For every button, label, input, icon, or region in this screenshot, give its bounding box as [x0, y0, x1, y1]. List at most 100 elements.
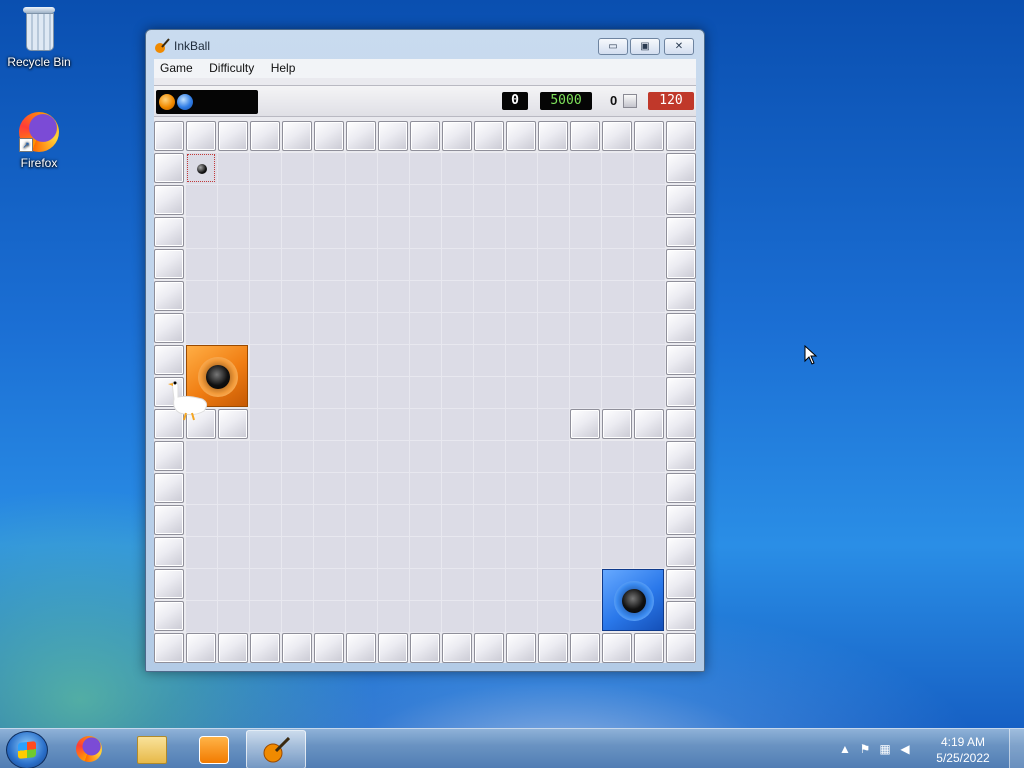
- floor-tile[interactable]: [634, 185, 666, 217]
- floor-tile[interactable]: [538, 185, 570, 217]
- floor-tile[interactable]: [282, 409, 314, 441]
- floor-tile[interactable]: [442, 537, 474, 569]
- floor-tile[interactable]: [250, 409, 282, 441]
- floor-tile[interactable]: [570, 441, 602, 473]
- floor-tile[interactable]: [442, 409, 474, 441]
- floor-tile[interactable]: [282, 537, 314, 569]
- floor-tile[interactable]: [346, 505, 378, 537]
- floor-tile[interactable]: [634, 153, 666, 185]
- floor-tile[interactable]: [282, 377, 314, 409]
- floor-tile[interactable]: [378, 345, 410, 377]
- close-button[interactable]: ✕: [664, 38, 694, 55]
- floor-tile[interactable]: [282, 601, 314, 633]
- floor-tile[interactable]: [250, 281, 282, 313]
- floor-tile[interactable]: [442, 313, 474, 345]
- floor-tile[interactable]: [602, 185, 634, 217]
- floor-tile[interactable]: [538, 537, 570, 569]
- floor-tile[interactable]: [410, 185, 442, 217]
- floor-tile[interactable]: [314, 537, 346, 569]
- floor-tile[interactable]: [602, 153, 634, 185]
- floor-tile[interactable]: [506, 409, 538, 441]
- floor-tile[interactable]: [378, 377, 410, 409]
- floor-tile[interactable]: [218, 569, 250, 601]
- floor-tile[interactable]: [378, 217, 410, 249]
- floor-tile[interactable]: [378, 409, 410, 441]
- floor-tile[interactable]: [474, 185, 506, 217]
- floor-tile[interactable]: [410, 537, 442, 569]
- floor-tile[interactable]: [410, 569, 442, 601]
- floor-tile[interactable]: [442, 377, 474, 409]
- floor-tile[interactable]: [474, 281, 506, 313]
- floor-tile[interactable]: [442, 473, 474, 505]
- floor-tile[interactable]: [282, 185, 314, 217]
- floor-tile[interactable]: [314, 249, 346, 281]
- floor-tile[interactable]: [570, 601, 602, 633]
- floor-tile[interactable]: [250, 441, 282, 473]
- start-button[interactable]: [6, 731, 48, 768]
- floor-tile[interactable]: [346, 473, 378, 505]
- floor-tile[interactable]: [602, 217, 634, 249]
- floor-tile[interactable]: [602, 537, 634, 569]
- floor-tile[interactable]: [538, 569, 570, 601]
- floor-tile[interactable]: [186, 537, 218, 569]
- floor-tile[interactable]: [186, 249, 218, 281]
- floor-tile[interactable]: [474, 473, 506, 505]
- show-hidden-icons-icon[interactable]: ▲: [838, 742, 852, 756]
- floor-tile[interactable]: [218, 441, 250, 473]
- floor-tile[interactable]: [474, 441, 506, 473]
- floor-tile[interactable]: [250, 377, 282, 409]
- floor-tile[interactable]: [314, 569, 346, 601]
- floor-tile[interactable]: [282, 281, 314, 313]
- clock[interactable]: 4:19 AM 5/25/2022: [928, 734, 998, 766]
- floor-tile[interactable]: [282, 313, 314, 345]
- floor-tile[interactable]: [346, 153, 378, 185]
- taskbar-file-explorer[interactable]: [122, 730, 180, 767]
- floor-tile[interactable]: [538, 505, 570, 537]
- floor-tile[interactable]: [442, 249, 474, 281]
- floor-tile[interactable]: [506, 217, 538, 249]
- floor-tile[interactable]: [538, 441, 570, 473]
- taskbar-media-player[interactable]: [184, 730, 242, 767]
- floor-tile[interactable]: [250, 249, 282, 281]
- floor-tile[interactable]: [410, 601, 442, 633]
- floor-tile[interactable]: [250, 217, 282, 249]
- floor-tile[interactable]: [602, 377, 634, 409]
- desktop-icon-recycle-bin[interactable]: Recycle Bin: [1, 7, 77, 69]
- menu-help[interactable]: Help: [265, 59, 302, 77]
- floor-tile[interactable]: [218, 185, 250, 217]
- floor-tile[interactable]: [538, 601, 570, 633]
- floor-tile[interactable]: [314, 345, 346, 377]
- floor-tile[interactable]: [314, 313, 346, 345]
- floor-tile[interactable]: [346, 601, 378, 633]
- floor-tile[interactable]: [186, 441, 218, 473]
- floor-tile[interactable]: [410, 473, 442, 505]
- floor-tile[interactable]: [506, 281, 538, 313]
- floor-tile[interactable]: [634, 281, 666, 313]
- floor-tile[interactable]: [346, 249, 378, 281]
- menu-difficulty[interactable]: Difficulty: [203, 59, 260, 77]
- floor-tile[interactable]: [410, 345, 442, 377]
- floor-tile[interactable]: [378, 153, 410, 185]
- floor-tile[interactable]: [410, 409, 442, 441]
- floor-tile[interactable]: [378, 185, 410, 217]
- floor-tile[interactable]: [346, 377, 378, 409]
- floor-tile[interactable]: [538, 217, 570, 249]
- floor-tile[interactable]: [250, 601, 282, 633]
- floor-tile[interactable]: [506, 377, 538, 409]
- floor-tile[interactable]: [506, 569, 538, 601]
- floor-tile[interactable]: [346, 281, 378, 313]
- floor-tile[interactable]: [474, 409, 506, 441]
- floor-tile[interactable]: [570, 217, 602, 249]
- floor-tile[interactable]: [506, 505, 538, 537]
- floor-tile[interactable]: [442, 345, 474, 377]
- floor-tile[interactable]: [410, 377, 442, 409]
- floor-tile[interactable]: [506, 153, 538, 185]
- floor-tile[interactable]: [602, 473, 634, 505]
- floor-tile[interactable]: [346, 313, 378, 345]
- floor-tile[interactable]: [410, 281, 442, 313]
- floor-tile[interactable]: [346, 441, 378, 473]
- menu-game[interactable]: Game: [154, 59, 199, 77]
- floor-tile[interactable]: [474, 601, 506, 633]
- floor-tile[interactable]: [634, 441, 666, 473]
- floor-tile[interactable]: [634, 313, 666, 345]
